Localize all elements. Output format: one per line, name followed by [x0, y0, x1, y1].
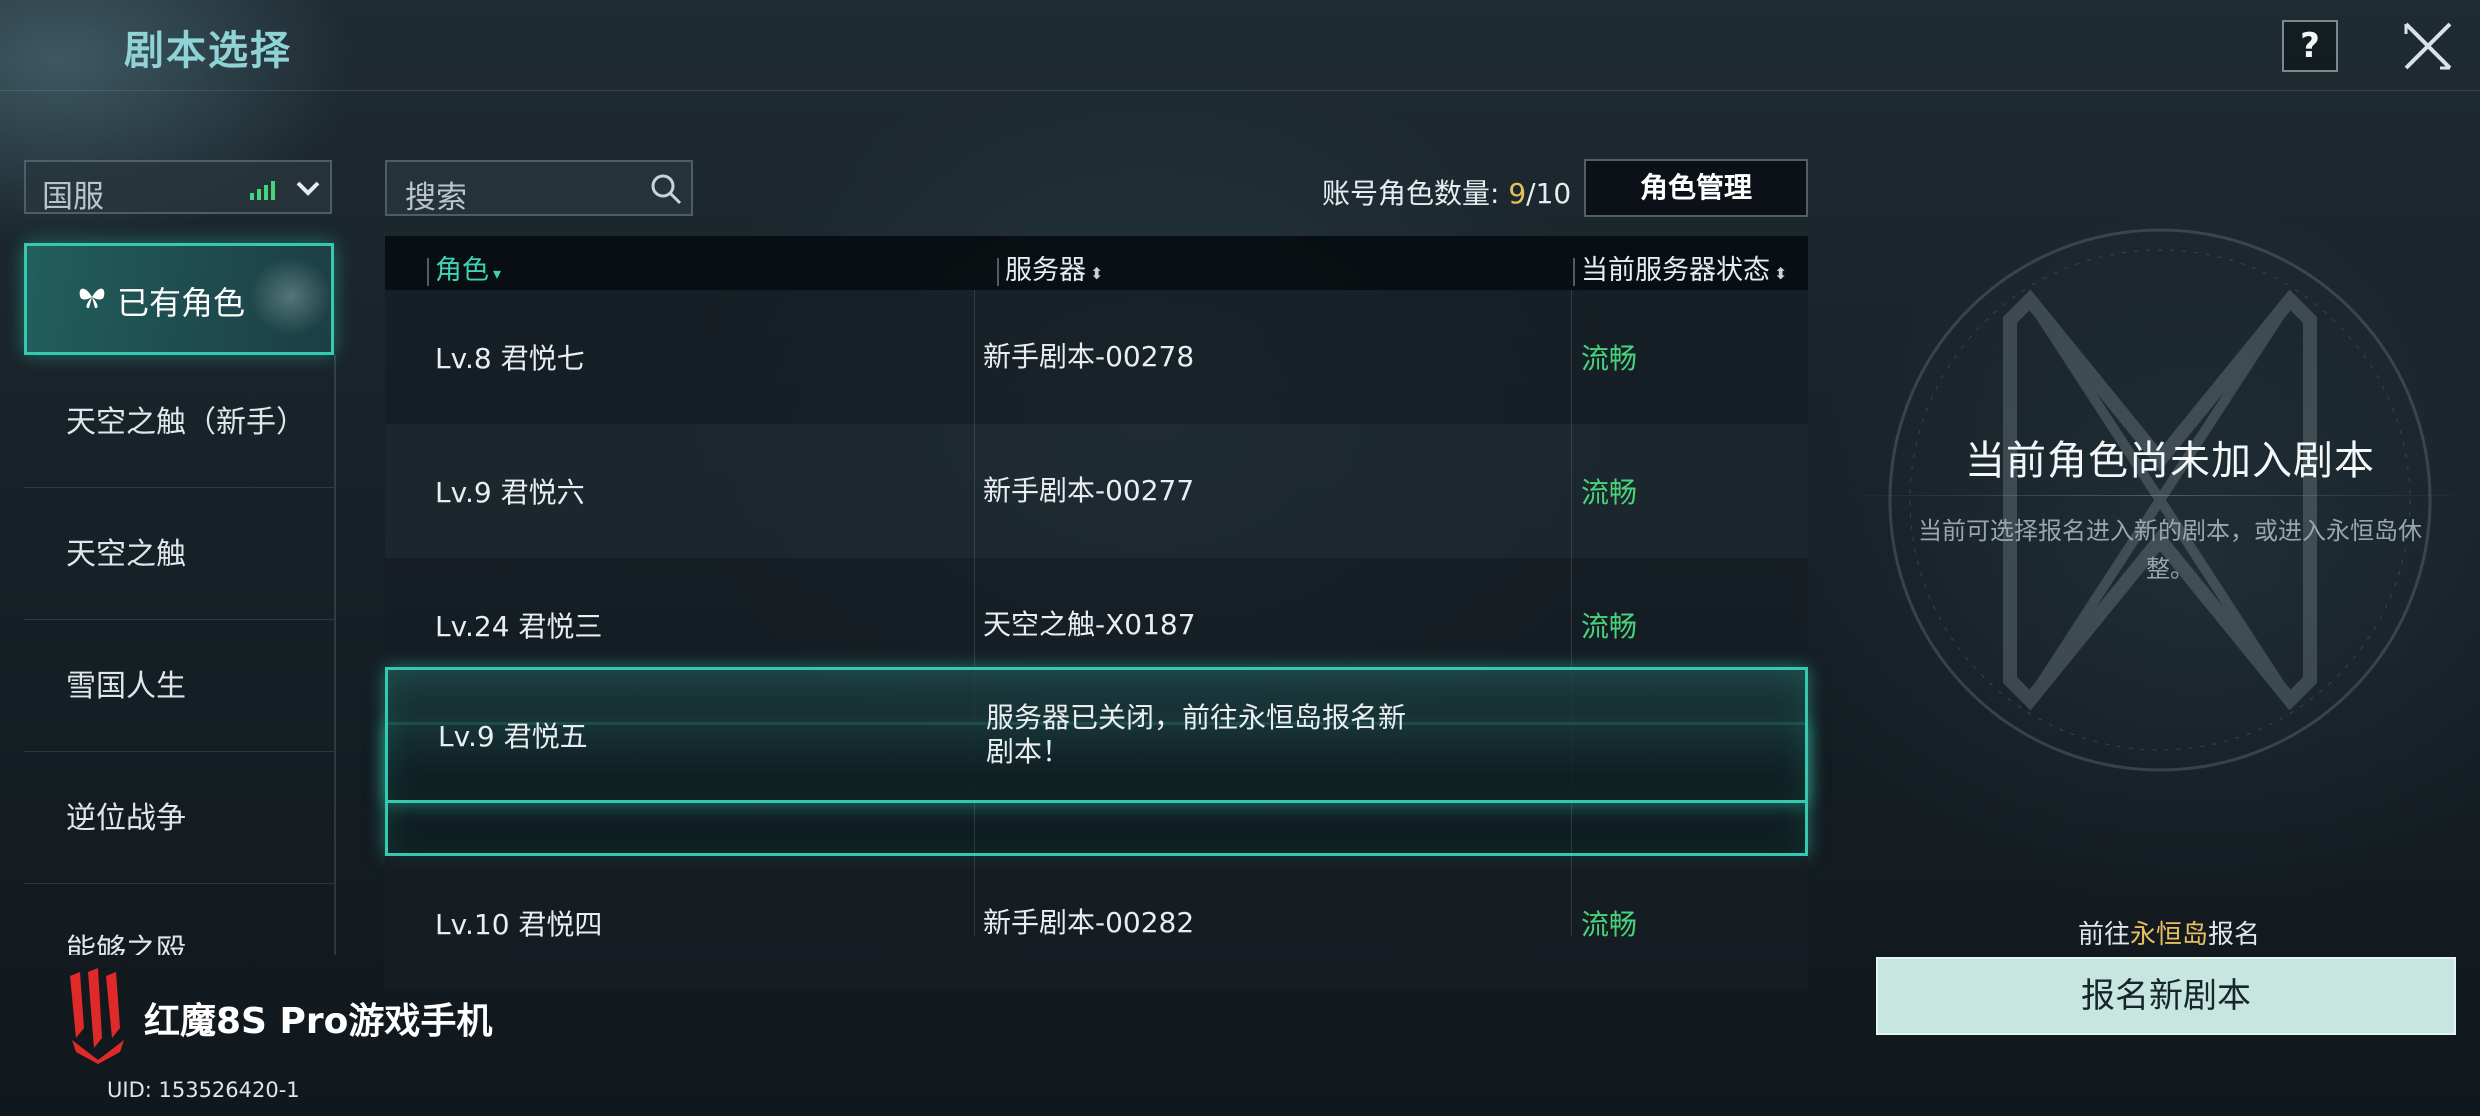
- role-count-separator: /: [1526, 177, 1536, 210]
- role-manage-button[interactable]: 角色管理: [1584, 159, 1808, 217]
- category-item[interactable]: 雪国人生: [24, 619, 334, 752]
- top-bar: 剧本选择 ?: [0, 0, 2480, 91]
- butterfly-icon: [79, 288, 105, 309]
- table-body: Lv.8 君悦七 新手剧本-00278 流畅 Lv.9 君悦六 新手剧本-002…: [385, 290, 1808, 990]
- column-role[interactable]: 角色 ▾: [427, 248, 501, 287]
- server-dropdown[interactable]: 国服: [24, 160, 332, 215]
- table-row[interactable]: Lv.10 君悦四 新手剧本-00282 流畅: [385, 856, 1808, 990]
- status-cell: 流畅: [1581, 908, 1638, 941]
- category-label: 能够之殴: [66, 933, 186, 955]
- hint-title: 当前角色尚未加入剧本: [1965, 438, 2375, 484]
- category-item[interactable]: 逆位战争: [24, 751, 334, 884]
- page-title: 剧本选择: [124, 28, 292, 74]
- goto-suffix: 报名: [2208, 920, 2261, 950]
- close-icon: [2404, 22, 2452, 70]
- hint-description: 当前可选择报名进入新的剧本，或进入永恒岛休整。: [1918, 517, 2422, 583]
- table-header: 角色 ▾ 服务器 ⬍ 当前服务器状态 ⬍: [385, 236, 1808, 290]
- role-table: 角色 ▾ 服务器 ⬍ 当前服务器状态 ⬍ Lv.8 君悦七 新手剧本-00278 流畅…: [385, 236, 1808, 990]
- column-server-label: 服务器: [1005, 255, 1086, 286]
- category-label: 雪国人生: [66, 669, 186, 704]
- search-icon: [651, 174, 682, 205]
- uid-label: UID: 153526420-1: [107, 1078, 300, 1102]
- brand-watermark: 红魔8S Pro游戏手机: [144, 1001, 493, 1042]
- role-count-label: 账号角色数量:: [1322, 177, 1500, 210]
- category-item[interactable]: 天空之触: [24, 487, 334, 620]
- role-cell: Lv.8 君悦七: [435, 342, 585, 375]
- search-placeholder: 搜索: [405, 180, 467, 216]
- signal-icon: [250, 181, 275, 200]
- category-label: 已有角色: [117, 284, 246, 322]
- role-count: 账号角色数量: 9/10: [1322, 172, 1571, 212]
- game-emblem-icon: [1888, 228, 2432, 772]
- table-row[interactable]: Lv.8 君悦七 新手剧本-00278 流畅: [385, 290, 1808, 424]
- chevron-down-icon: [296, 181, 320, 196]
- server-cell: 新手剧本-00282: [983, 906, 1195, 939]
- role-cell: Lv.24 君悦三: [435, 610, 603, 643]
- role-cell: Lv.10 君悦四: [435, 908, 603, 941]
- sort-icon: ⬍: [1774, 264, 1788, 283]
- brand-logo-icon: [70, 968, 124, 1064]
- column-divider: [974, 290, 975, 936]
- help-button[interactable]: ?: [2282, 20, 2338, 72]
- status-cell: 流畅: [1581, 610, 1638, 643]
- column-status-label: 当前服务器状态: [1581, 255, 1770, 286]
- sort-desc-icon: ▾: [493, 264, 502, 283]
- server-cell: 新手剧本-00277: [983, 474, 1195, 507]
- selected-role-row[interactable]: Lv.9 君悦五 服务器已关闭，前往永恒岛报名新剧本！: [385, 667, 1808, 803]
- column-status[interactable]: 当前服务器状态 ⬍: [1573, 248, 1787, 287]
- table-row[interactable]: Lv.9 君悦六 新手剧本-00277 流畅: [385, 424, 1808, 558]
- goto-hint: 前往永恒岛报名: [2078, 914, 2260, 951]
- status-cell: 流畅: [1581, 342, 1638, 375]
- category-label: 逆位战争: [66, 801, 186, 836]
- server-cell: 服务器已关闭，前往永恒岛报名新剧本！: [986, 701, 1407, 768]
- status-cell: 流畅: [1581, 476, 1638, 509]
- category-label: 天空之触（新手）: [66, 405, 306, 440]
- role-count-max: 10: [1535, 177, 1572, 210]
- sort-icon: ⬍: [1090, 264, 1104, 283]
- signup-new-script-button[interactable]: 报名新剧本: [1876, 957, 2456, 1035]
- category-existing-roles[interactable]: 已有角色: [24, 243, 334, 355]
- search-input[interactable]: 搜索: [385, 160, 693, 216]
- role-count-current: 9: [1508, 177, 1527, 210]
- column-divider: [1571, 290, 1572, 936]
- goto-prefix: 前往: [2078, 920, 2131, 950]
- category-list: 天空之触（新手） 天空之触 雪国人生 逆位战争 能够之殴: [24, 355, 336, 955]
- hint-divider: [1830, 495, 2480, 496]
- column-server[interactable]: 服务器 ⬍: [997, 248, 1103, 287]
- role-cell: Lv.9 君悦五: [438, 720, 588, 753]
- column-role-label: 角色: [435, 255, 489, 286]
- category-item[interactable]: 天空之触（新手）: [24, 355, 334, 488]
- category-item[interactable]: 能够之殴: [24, 883, 334, 955]
- role-cell: Lv.9 君悦六: [435, 476, 585, 509]
- category-label: 天空之触: [66, 537, 186, 572]
- server-cell: 天空之触-X0187: [983, 608, 1196, 641]
- goto-place-link[interactable]: 永恒岛: [2130, 920, 2208, 950]
- server-cell: 新手剧本-00278: [983, 340, 1195, 373]
- server-name: 国服: [42, 179, 104, 215]
- close-button[interactable]: [2400, 18, 2456, 74]
